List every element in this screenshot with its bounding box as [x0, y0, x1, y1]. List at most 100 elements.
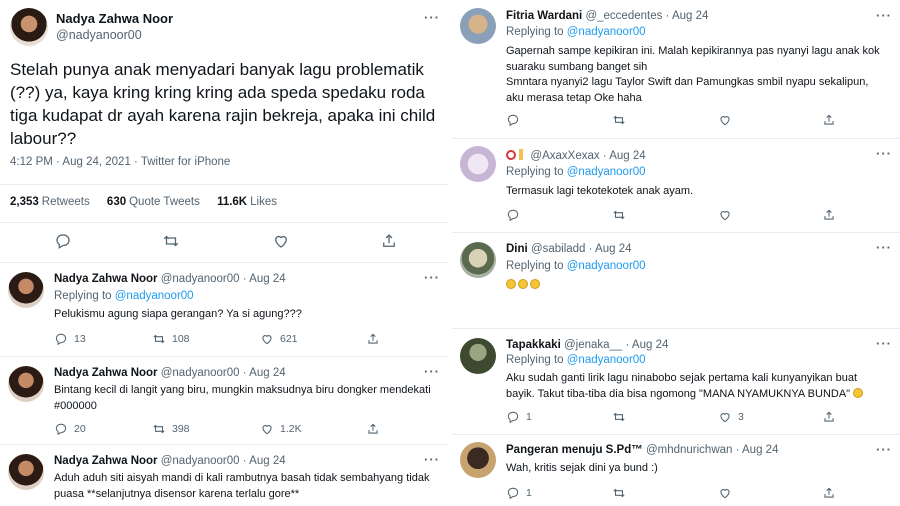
thinking-emoji-icon	[853, 387, 864, 398]
main-tweet-avatar[interactable]	[10, 8, 48, 46]
more-icon[interactable]: ···	[424, 364, 440, 379]
reply-avatar[interactable]	[460, 146, 496, 182]
like-button[interactable]	[718, 486, 732, 500]
retweet-button[interactable]	[612, 113, 626, 127]
retweet-icon	[613, 488, 625, 498]
like-button[interactable]: 1.2K	[260, 422, 302, 436]
replying-to: Replying to @nadyanoor00	[506, 26, 646, 38]
reply-actions	[506, 208, 886, 224]
main-tweet-timestamp[interactable]: 4:12 PM · Aug 24, 2021 · Twitter for iPh…	[10, 156, 230, 168]
likes-stat[interactable]: 11.6K Likes	[217, 196, 277, 208]
reply-header: Nadya Zahwa Noor @nadyanoor00 · Aug 24	[54, 455, 286, 467]
main-tweet-stats: 2,353 Retweets 630 Quote Tweets 11.6K Likes	[10, 196, 291, 208]
retweet-icon	[613, 210, 625, 220]
reply-actions: 1 3	[506, 410, 886, 426]
reply-button[interactable]	[506, 208, 520, 222]
retweet-icon	[153, 424, 165, 434]
retweet-button[interactable]: 398	[152, 422, 190, 436]
reply-tweet[interactable]: Dini @sabiladd · Aug 24 ··· Replying to …	[452, 232, 900, 328]
reply-tweet[interactable]: Nadya Zahwa Noor @nadyanoor00 · Aug 24 ·…	[0, 444, 448, 506]
reply-text: Aduh aduh siti aisyah mandi di kali ramb…	[54, 472, 430, 500]
reply-avatar[interactable]	[460, 8, 496, 44]
circle-emoji-icon	[506, 150, 516, 160]
share-button[interactable]	[366, 422, 380, 436]
share-button[interactable]	[822, 208, 836, 222]
reply-avatar[interactable]	[8, 272, 44, 308]
reply-button[interactable]	[506, 113, 520, 127]
reply-icon	[507, 411, 519, 424]
more-icon[interactable]: ···	[424, 270, 440, 285]
like-button[interactable]: 3	[718, 410, 744, 424]
reply-avatar[interactable]	[8, 454, 44, 490]
retweet-button[interactable]	[612, 208, 626, 222]
share-icon	[368, 423, 378, 434]
reply-button[interactable]: 1	[506, 410, 532, 424]
candle-emoji-icon	[519, 149, 524, 160]
laughing-emoji-icon	[506, 279, 516, 289]
left-thread-column: Nadya Zahwa Noor @nadyanoor00 ··· Stelah…	[0, 0, 448, 506]
share-button[interactable]	[366, 332, 380, 346]
retweet-icon	[613, 115, 625, 125]
retweet-button[interactable]: 108	[152, 332, 190, 346]
retweet-icon[interactable]	[162, 232, 180, 250]
reply-avatar[interactable]	[460, 338, 496, 374]
more-icon[interactable]: ···	[876, 442, 892, 457]
reply-avatar[interactable]	[8, 366, 44, 402]
reply-tweet[interactable]: Fitria Wardani @_eccedentes · Aug 24 ···…	[452, 0, 900, 136]
reply-button[interactable]: 1	[506, 486, 532, 500]
main-tweet-author-name[interactable]: Nadya Zahwa Noor	[56, 11, 173, 26]
share-icon	[824, 487, 834, 498]
like-icon	[720, 413, 730, 423]
reply-icon	[507, 487, 519, 500]
reply-tweet[interactable]: @AxaxXexax · Aug 24 ··· Replying to @nad…	[452, 138, 900, 230]
reply-emojis	[506, 278, 886, 294]
retweets-stat[interactable]: 2,353 Retweets	[10, 196, 90, 208]
reply-tweet[interactable]: Tapakkaki @jenaka__ · Aug 24 ··· Replyin…	[452, 328, 900, 432]
share-icon	[368, 333, 378, 344]
reply-icon[interactable]	[54, 232, 72, 250]
share-icon[interactable]	[380, 232, 398, 250]
main-tweet-author-handle[interactable]: @nadyanoor00	[56, 28, 142, 42]
reply-icon	[55, 423, 67, 436]
reply-text: Aku sudah ganti lirik lagu ninabobo seja…	[506, 371, 886, 402]
like-icon	[262, 425, 272, 435]
more-icon[interactable]: ···	[876, 240, 892, 255]
retweet-button[interactable]	[612, 486, 626, 500]
reply-actions	[506, 113, 886, 129]
share-button[interactable]	[822, 113, 836, 127]
reply-icon	[55, 333, 67, 346]
quote-tweets-stat[interactable]: 630 Quote Tweets	[107, 196, 200, 208]
like-button[interactable]	[718, 208, 732, 222]
share-button[interactable]	[822, 486, 836, 500]
more-icon[interactable]: ···	[424, 452, 440, 467]
reply-icon	[507, 114, 519, 127]
reply-tweet[interactable]: Pangeran menuju S.Pd™ @mhdnurichwan · Au…	[452, 434, 900, 506]
more-icon[interactable]: ···	[424, 10, 440, 25]
divider	[0, 184, 448, 185]
reply-button[interactable]: 13	[54, 332, 86, 346]
retweet-button[interactable]	[612, 410, 626, 424]
divider	[0, 222, 448, 223]
more-icon[interactable]: ···	[876, 8, 892, 23]
more-icon[interactable]: ···	[876, 336, 892, 351]
reply-tweet[interactable]: Nadya Zahwa Noor @nadyanoor00 · Aug 24 ·…	[0, 262, 448, 356]
reply-text: Pelukismu agung siapa gerangan? Ya si ag…	[54, 308, 302, 320]
more-icon[interactable]: ···	[876, 146, 892, 161]
retweet-icon	[613, 412, 625, 422]
like-button[interactable]	[718, 113, 732, 127]
like-icon	[720, 489, 730, 499]
like-button[interactable]: 621	[260, 332, 298, 346]
replying-to: Replying to @nadyanoor00	[54, 290, 194, 302]
reply-actions: 20 398 1.2K	[54, 422, 434, 438]
replying-to: Replying to @nadyanoor00	[506, 260, 646, 272]
like-icon	[262, 335, 272, 345]
reply-avatar[interactable]	[460, 242, 496, 278]
reply-text: Wah, kritis sejak dini ya bund :)	[506, 462, 658, 474]
reply-header: Fitria Wardani @_eccedentes · Aug 24	[506, 10, 709, 22]
share-button[interactable]	[822, 410, 836, 424]
like-icon[interactable]	[272, 232, 290, 250]
reply-actions: 13 108 621	[54, 332, 434, 348]
reply-tweet[interactable]: Nadya Zahwa Noor @nadyanoor00 · Aug 24 ·…	[0, 356, 448, 444]
reply-avatar[interactable]	[460, 442, 496, 478]
reply-button[interactable]: 20	[54, 422, 86, 436]
